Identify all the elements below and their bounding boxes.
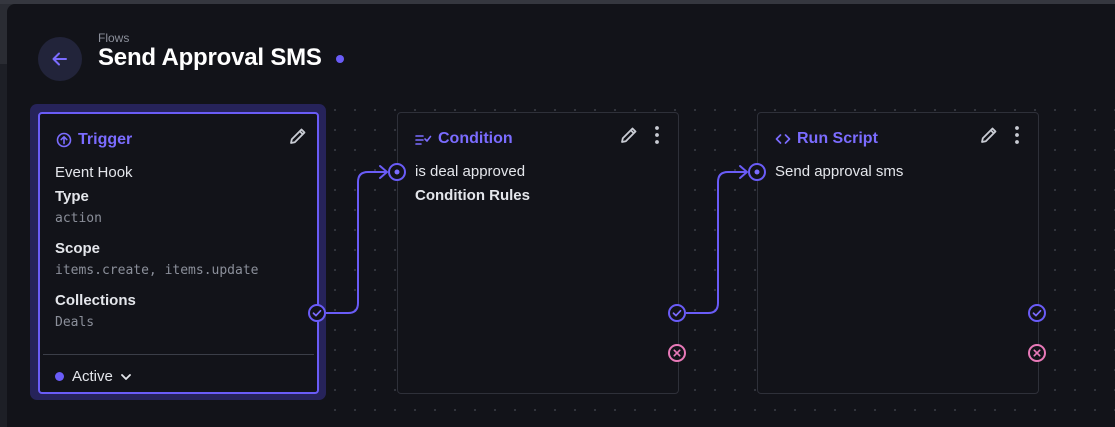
flow-connectors: [326, 165, 748, 314]
check-icon: [312, 309, 322, 317]
close-icon: [673, 349, 681, 357]
connector-trigger-to-condition: [326, 171, 386, 314]
trigger-resolve-port[interactable]: [308, 304, 326, 322]
run-script-resolve-port[interactable]: [1028, 304, 1046, 322]
dot-icon: [394, 169, 400, 175]
run-script-input-port[interactable]: [748, 163, 766, 181]
dot-icon: [754, 169, 760, 175]
run-script-reject-port[interactable]: [1028, 344, 1046, 362]
check-icon: [1032, 309, 1042, 317]
connector-condition-to-script: [686, 171, 746, 314]
condition-resolve-port[interactable]: [668, 304, 686, 322]
close-icon: [1033, 349, 1041, 357]
condition-reject-port[interactable]: [668, 344, 686, 362]
condition-input-port[interactable]: [388, 163, 406, 181]
check-icon: [672, 309, 682, 317]
